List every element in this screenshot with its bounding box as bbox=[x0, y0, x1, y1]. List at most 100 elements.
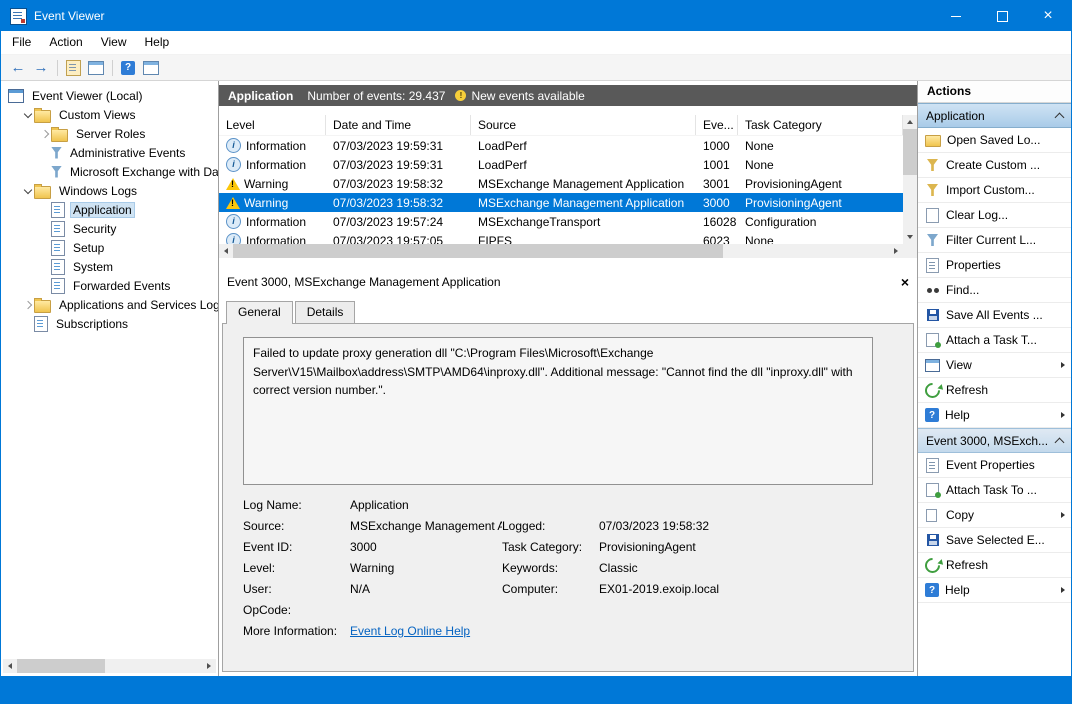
action-refresh-event[interactable]: Refresh bbox=[918, 553, 1071, 578]
scrollbar-thumb[interactable] bbox=[233, 244, 723, 258]
field-label: Event ID: bbox=[243, 540, 350, 554]
maximize-icon bbox=[997, 11, 1008, 22]
scroll-left-button[interactable] bbox=[3, 659, 17, 673]
tree-item-root[interactable]: Event Viewer (Local) bbox=[1, 86, 218, 105]
tree-item-microsoft-exchange[interactable]: Microsoft Exchange with Da bbox=[1, 162, 218, 181]
forward-button[interactable] bbox=[30, 57, 52, 78]
field-label: User: bbox=[243, 582, 350, 596]
event-row-selected[interactable]: Warning 07/03/2023 19:58:32 MSExchange M… bbox=[219, 193, 903, 212]
tree-item-subscriptions[interactable]: Subscriptions bbox=[1, 314, 218, 333]
expander-icon[interactable] bbox=[22, 299, 34, 311]
close-button[interactable] bbox=[1025, 1, 1071, 31]
scrollbar-thumb[interactable] bbox=[903, 129, 917, 175]
console-tree-toggle-button[interactable] bbox=[85, 57, 107, 78]
action-save-all-events[interactable]: Save All Events ... bbox=[918, 303, 1071, 328]
tree-item-applications-services-logs[interactable]: Applications and Services Logs bbox=[1, 295, 218, 314]
expander-icon[interactable] bbox=[39, 128, 51, 140]
menu-file[interactable]: File bbox=[3, 31, 40, 54]
event-row[interactable]: Information 07/03/2023 19:59:31 LoadPerf… bbox=[219, 155, 903, 174]
back-button[interactable] bbox=[7, 57, 29, 78]
action-attach-task-to-event[interactable]: Attach Task To ... bbox=[918, 478, 1071, 503]
action-open-saved-log[interactable]: Open Saved Lo... bbox=[918, 128, 1071, 153]
field-value: Warning bbox=[350, 561, 502, 575]
event-log-online-help-link[interactable]: Event Log Online Help bbox=[350, 624, 873, 638]
scroll-down-button[interactable] bbox=[903, 230, 917, 244]
event-list: Level Date and Time Source Eve... Task C… bbox=[219, 106, 917, 258]
tree-horizontal-scrollbar[interactable] bbox=[3, 659, 216, 673]
tree-item-label: Event Viewer (Local) bbox=[29, 88, 146, 104]
level-cell: Information bbox=[219, 155, 326, 174]
tree-item-setup[interactable]: Setup bbox=[1, 238, 218, 257]
action-copy[interactable]: Copy bbox=[918, 503, 1071, 528]
column-header-task-category[interactable]: Task Category bbox=[738, 115, 903, 135]
scroll-right-button[interactable] bbox=[889, 244, 903, 258]
menu-help[interactable]: Help bbox=[136, 31, 179, 54]
forward-icon bbox=[34, 60, 49, 75]
category-cell: None bbox=[738, 231, 903, 244]
expander-icon[interactable] bbox=[22, 185, 34, 197]
column-header-source[interactable]: Source bbox=[471, 115, 696, 135]
tree-item-application[interactable]: Application bbox=[1, 200, 218, 219]
action-import-custom-view[interactable]: Import Custom... bbox=[918, 178, 1071, 203]
scrollbar-thumb[interactable] bbox=[17, 659, 105, 673]
action-properties[interactable]: Properties bbox=[918, 253, 1071, 278]
submenu-arrow-icon bbox=[1061, 412, 1065, 418]
action-help[interactable]: Help bbox=[918, 403, 1071, 428]
column-header-level[interactable]: Level bbox=[219, 115, 326, 135]
menu-action[interactable]: Action bbox=[40, 31, 91, 54]
column-header-event-id[interactable]: Eve... bbox=[696, 115, 738, 135]
action-clear-log[interactable]: Clear Log... bbox=[918, 203, 1071, 228]
maximize-button[interactable] bbox=[979, 1, 1025, 31]
event-row[interactable]: Information 07/03/2023 19:59:31 LoadPerf… bbox=[219, 136, 903, 155]
tree-item-server-roles[interactable]: Server Roles bbox=[1, 124, 218, 143]
tree-item-administrative-events[interactable]: Administrative Events bbox=[1, 143, 218, 162]
minimize-button[interactable] bbox=[933, 1, 979, 31]
tree-item-windows-logs[interactable]: Windows Logs bbox=[1, 181, 218, 200]
action-view[interactable]: View bbox=[918, 353, 1071, 378]
action-attach-task[interactable]: Attach a Task T... bbox=[918, 328, 1071, 353]
scroll-up-button[interactable] bbox=[903, 115, 917, 129]
actions-section-application[interactable]: Application bbox=[918, 103, 1071, 128]
scroll-right-button[interactable] bbox=[202, 659, 216, 673]
category-text: None bbox=[745, 158, 774, 172]
action-pane-toggle-button[interactable] bbox=[140, 57, 162, 78]
close-details-button[interactable] bbox=[901, 275, 909, 289]
tree-item-custom-views[interactable]: Custom Views bbox=[1, 105, 218, 124]
event-row[interactable]: Information 07/03/2023 19:57:05 FIPFS 60… bbox=[219, 231, 903, 244]
action-find[interactable]: Find... bbox=[918, 278, 1071, 303]
action-save-selected-events[interactable]: Save Selected E... bbox=[918, 528, 1071, 553]
scroll-left-button[interactable] bbox=[219, 244, 233, 258]
tree-item-label: Applications and Services Logs bbox=[56, 297, 219, 313]
custom-view-icon bbox=[51, 166, 62, 178]
event-row[interactable]: Information 07/03/2023 19:57:24 MSExchan… bbox=[219, 212, 903, 231]
source-cell: MSExchangeTransport bbox=[471, 212, 696, 231]
tree-item-system[interactable]: System bbox=[1, 257, 218, 276]
action-help-event[interactable]: Help bbox=[918, 578, 1071, 603]
action-label: Find... bbox=[946, 283, 979, 297]
log-icon bbox=[51, 202, 65, 218]
tab-details[interactable]: Details bbox=[295, 301, 356, 323]
action-refresh[interactable]: Refresh bbox=[918, 378, 1071, 403]
actions-section-event-3000[interactable]: Event 3000, MSExch... bbox=[918, 428, 1071, 453]
tab-general[interactable]: General bbox=[226, 301, 293, 323]
expander-icon[interactable] bbox=[22, 109, 34, 121]
action-event-properties[interactable]: Event Properties bbox=[918, 453, 1071, 478]
event-message-box[interactable]: Failed to update proxy generation dll "C… bbox=[243, 337, 873, 485]
scroll-down-icon bbox=[907, 235, 913, 239]
collapse-icon bbox=[1055, 112, 1065, 122]
event-list-horizontal-scrollbar[interactable] bbox=[219, 244, 903, 258]
menu-view[interactable]: View bbox=[92, 31, 136, 54]
event-row[interactable]: Warning 07/03/2023 19:58:32 MSExchange M… bbox=[219, 174, 903, 193]
help-button[interactable] bbox=[117, 57, 139, 78]
export-list-button[interactable] bbox=[62, 57, 84, 78]
tree-item-forwarded-events[interactable]: Forwarded Events bbox=[1, 276, 218, 295]
action-create-custom-view[interactable]: Create Custom ... bbox=[918, 153, 1071, 178]
view-icon bbox=[925, 359, 940, 372]
help-icon bbox=[121, 61, 135, 75]
tree-item-security[interactable]: Security bbox=[1, 219, 218, 238]
action-filter-current-log[interactable]: Filter Current L... bbox=[918, 228, 1071, 253]
help-icon bbox=[925, 408, 939, 422]
event-list-vertical-scrollbar[interactable] bbox=[903, 115, 917, 244]
source-text: MSExchange Management Application bbox=[478, 196, 684, 210]
column-header-datetime[interactable]: Date and Time bbox=[326, 115, 471, 135]
